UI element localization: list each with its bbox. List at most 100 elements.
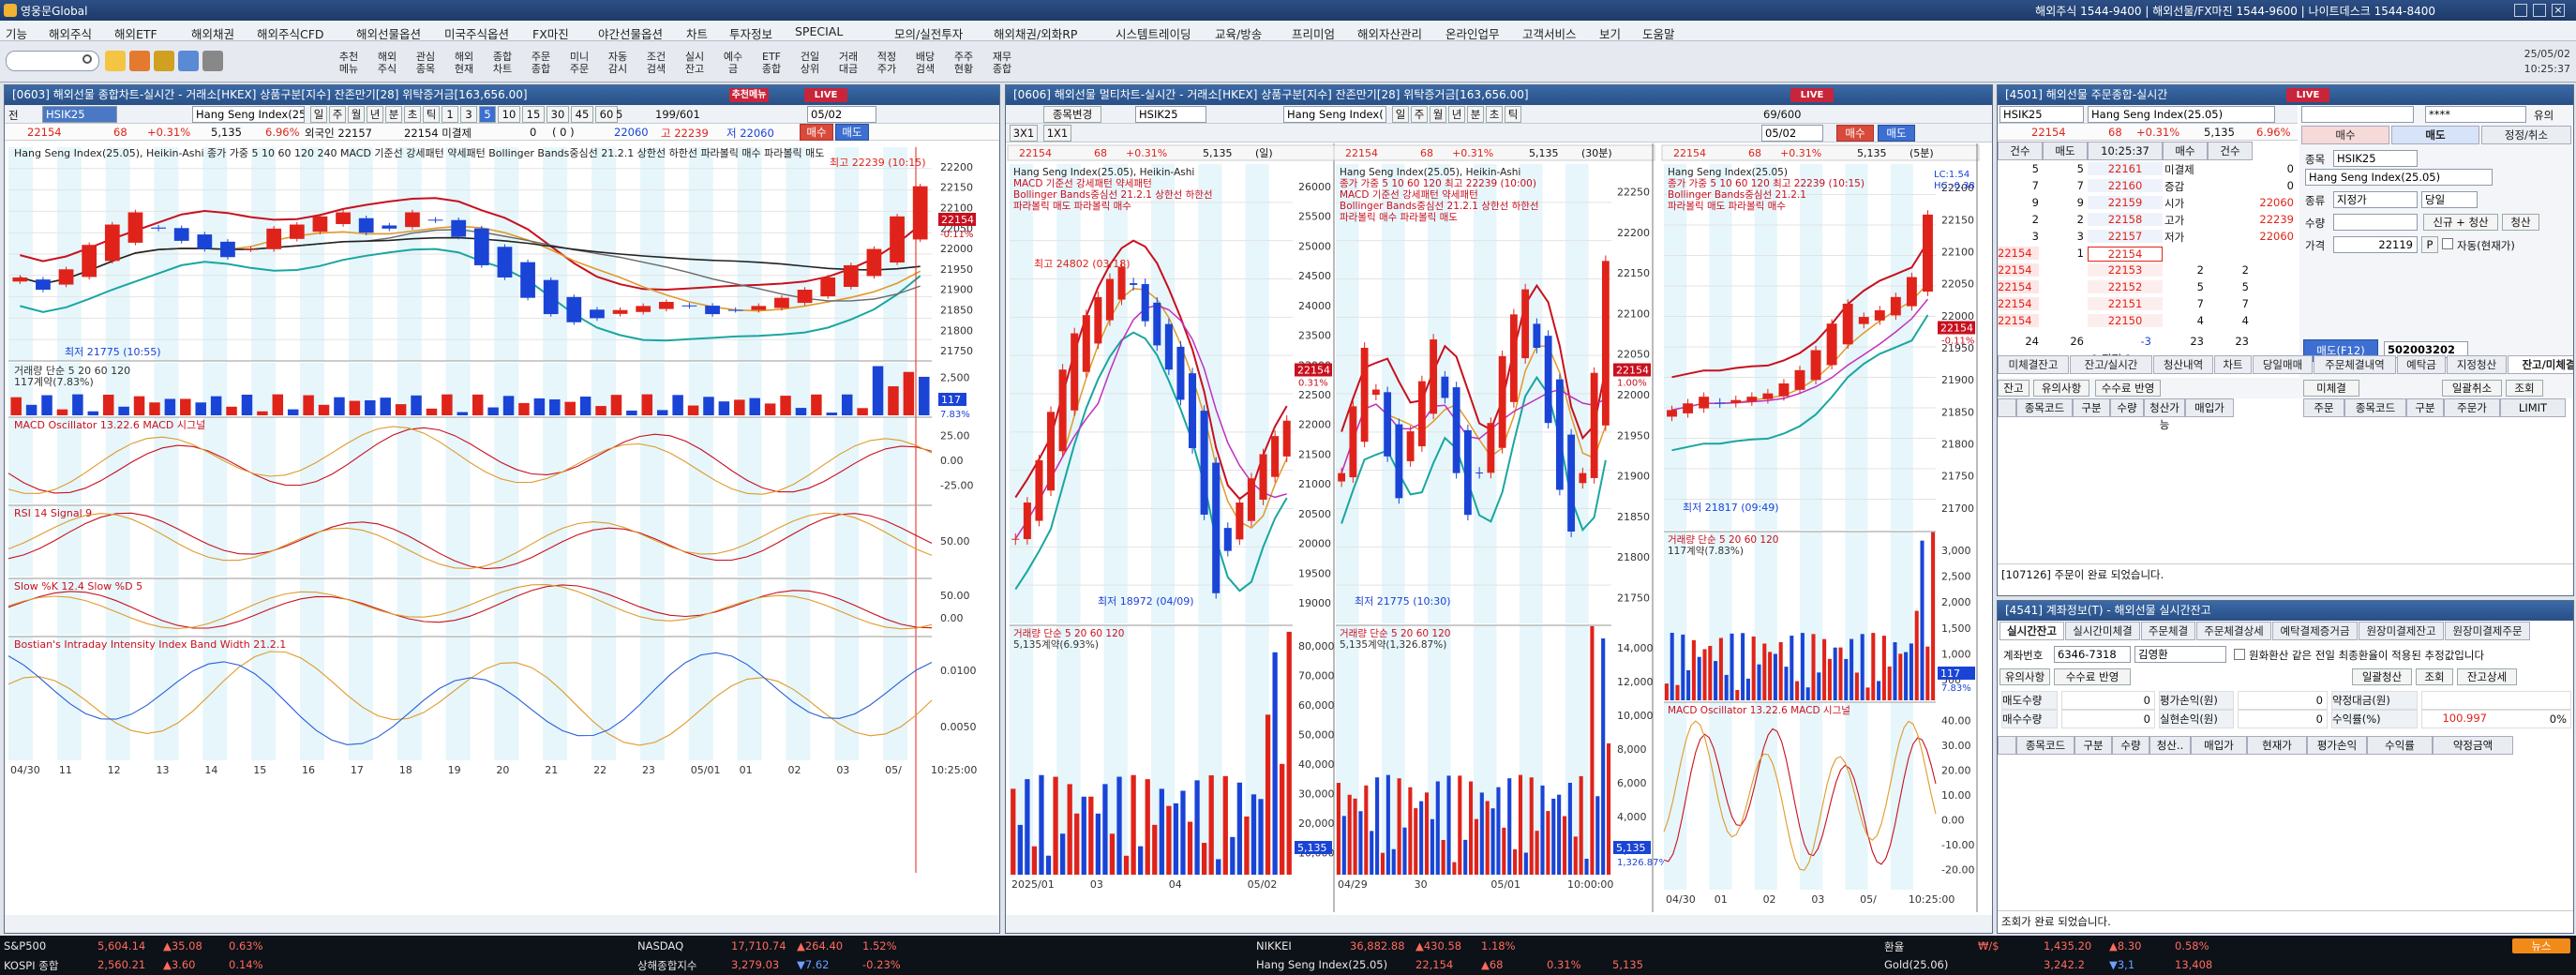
menu-item-16[interactable]: 프리미엄 <box>1292 24 1335 42</box>
bid-left-price[interactable]: 22154 <box>1998 280 2039 293</box>
period-button-초[interactable]: 초 <box>404 106 421 123</box>
order-code-input[interactable] <box>2333 150 2418 167</box>
toolbar-button-8[interactable]: 조건 검색 <box>637 43 675 81</box>
symbol-name-input[interactable] <box>2088 106 2275 123</box>
menu-item-10[interactable]: 투자정보 <box>729 24 772 42</box>
toolbar-button-15[interactable]: 배당 검색 <box>906 43 944 81</box>
bid-price[interactable]: 22151 <box>2088 297 2163 310</box>
symbol-code-input[interactable] <box>1135 106 1206 123</box>
news-button[interactable]: 뉴스 <box>2512 938 2570 953</box>
period-button-5[interactable]: 5 <box>479 106 496 123</box>
symbol-code-input[interactable] <box>1999 106 2084 123</box>
menu-item-14[interactable]: 시스템트레이딩 <box>1116 24 1191 42</box>
toolbar-button-5[interactable]: 주문 종합 <box>522 43 560 81</box>
period-button-10[interactable]: 10 <box>498 106 520 123</box>
menu-item-20[interactable]: 보기 <box>1599 24 1621 42</box>
account-tab-3[interactable]: 주문체결상세 <box>2196 622 2271 640</box>
period-button-주[interactable]: 주 <box>329 106 346 123</box>
menu-item-8[interactable]: 야간선물옵션 <box>598 24 663 42</box>
period-button-3[interactable]: 3 <box>460 106 477 123</box>
balance-tab-0[interactable]: 미체결잔고 <box>1998 355 2069 374</box>
bid-price[interactable]: 22150 <box>2088 314 2163 327</box>
toolbar-button-10[interactable]: 예수 금 <box>714 43 752 81</box>
ask-price[interactable]: 22161 <box>2088 162 2163 175</box>
balance-action-1[interactable]: 유의사항 <box>2033 380 2089 397</box>
balance-tab-5[interactable]: 주문체결내역 <box>2314 355 2396 374</box>
period-button-일[interactable]: 일 <box>310 106 327 123</box>
period-button-45[interactable]: 45 <box>571 106 593 123</box>
mid-price-left[interactable]: 22154 <box>1998 247 2039 260</box>
change-symbol-button[interactable]: 종목변경 <box>1043 106 1101 123</box>
account-tab-6[interactable]: 원장미결제주문 <box>2445 622 2530 640</box>
unfilled-action-2[interactable]: 조회 <box>2506 380 2543 397</box>
menu-item-5[interactable]: 해외선물옵션 <box>356 24 421 42</box>
account-tab-4[interactable]: 예탁결제증거금 <box>2272 622 2358 640</box>
toolbar-button-3[interactable]: 해외 현재 <box>445 43 483 81</box>
menu-item-15[interactable]: 교육/방송 <box>1215 24 1262 42</box>
order-type-select[interactable] <box>2333 191 2418 208</box>
buy-button[interactable]: 매수 <box>800 124 833 141</box>
sell-button[interactable]: 매도 <box>1878 125 1915 142</box>
toolbar-button-6[interactable]: 미니 주문 <box>561 43 598 81</box>
new-clear-button[interactable]: 신규 + 청산 <box>2423 214 2498 231</box>
menu-item-17[interactable]: 해외자산관리 <box>1357 24 1422 42</box>
toolbar-button-12[interactable]: 건일 상위 <box>791 43 829 81</box>
period-button-월[interactable]: 월 <box>1430 106 1446 123</box>
chart-scroll-bar[interactable] <box>5 915 999 933</box>
menu-item-2[interactable]: 해외ETF <box>114 24 157 42</box>
menu-item-9[interactable]: 차트 <box>686 24 708 42</box>
mid-price[interactable]: 22154 <box>2088 247 2163 262</box>
menu-item-11[interactable]: SPECIAL <box>795 24 843 38</box>
bid-left-price[interactable]: 22154 <box>1998 314 2039 327</box>
toolbar-button-14[interactable]: 적정 주가 <box>868 43 906 81</box>
balance-action-2[interactable]: 수수료 반영 <box>2095 380 2161 397</box>
layout-1x1-button[interactable]: 1X1 <box>1043 125 1071 142</box>
date-input[interactable] <box>1761 125 1823 142</box>
account-action-2[interactable]: 일괄청산 <box>2352 668 2412 685</box>
toolbar-button-13[interactable]: 거래 대금 <box>830 43 867 81</box>
clear-button[interactable]: 청산 <box>2502 214 2539 231</box>
ask-price[interactable]: 22159 <box>2088 196 2163 209</box>
recommend-menu-button[interactable]: 추천메뉴 <box>729 88 769 102</box>
maximize-icon[interactable] <box>2533 4 2546 17</box>
order-qty-input[interactable] <box>2333 214 2418 231</box>
balance-tab-1[interactable]: 잔고/실시간 <box>2070 355 2152 374</box>
layout-3x1-button[interactable]: 3X1 <box>1010 125 1038 142</box>
menu-item-12[interactable]: 모의/실전투자 <box>894 24 963 42</box>
symbol-code-input[interactable] <box>42 106 117 123</box>
symbol-name-input[interactable] <box>1283 106 1386 123</box>
bid-price[interactable]: 22153 <box>2088 263 2163 277</box>
close-icon[interactable]: × <box>2552 4 2565 17</box>
price-p-button[interactable]: P <box>2421 236 2438 253</box>
toolbar-button-16[interactable]: 주주 현황 <box>945 43 982 81</box>
ask-price[interactable]: 22160 <box>2088 179 2163 192</box>
bid-left-price[interactable]: 22154 <box>1998 297 2039 310</box>
balance-tab-4[interactable]: 당일매매 <box>2253 355 2313 374</box>
ask-price[interactable]: 22157 <box>2088 230 2163 243</box>
account-tab-1[interactable]: 실시간미체결 <box>2065 622 2140 640</box>
auto-price-checkbox[interactable] <box>2442 238 2453 249</box>
menu-item-19[interactable]: 고객서비스 <box>1522 24 1577 42</box>
menu-item-13[interactable]: 해외채권/외화RP <box>994 24 1077 42</box>
account-action-1[interactable]: 수수료 반영 <box>2054 668 2131 685</box>
menu-item-3[interactable]: 해외채권 <box>191 24 234 42</box>
menu-item-6[interactable]: 미국주식옵션 <box>444 24 509 42</box>
toolbar-button-17[interactable]: 재무 종합 <box>983 43 1021 81</box>
order-validity-select[interactable] <box>2421 191 2478 208</box>
krw-convert-checkbox[interactable] <box>2234 649 2245 660</box>
balance-tab-6[interactable]: 예탁금 <box>2397 355 2446 374</box>
toolbar-button-4[interactable]: 종합 차트 <box>484 43 521 81</box>
multi-charts[interactable]: 22154 68 +0.31% 5,135 (일) Hang Seng Index(25.… <box>1006 143 1992 912</box>
toolbar-button-2[interactable]: 관심 종목 <box>407 43 444 81</box>
folder-icon[interactable] <box>105 51 126 71</box>
buy-button[interactable]: 매수 <box>1836 125 1874 142</box>
period-button-주[interactable]: 주 <box>1411 106 1428 123</box>
period-button-초[interactable]: 초 <box>1486 106 1503 123</box>
bid-left-price[interactable]: 22154 <box>1998 263 2039 277</box>
bid-price[interactable]: 22152 <box>2088 280 2163 293</box>
period-button-틱[interactable]: 틱 <box>423 106 440 123</box>
menu-item-1[interactable]: 해외주식 <box>49 24 92 42</box>
period-button-월[interactable]: 월 <box>348 106 365 123</box>
period-button-15[interactable]: 15 <box>522 106 545 123</box>
sell-button[interactable]: 매도 <box>835 124 869 141</box>
